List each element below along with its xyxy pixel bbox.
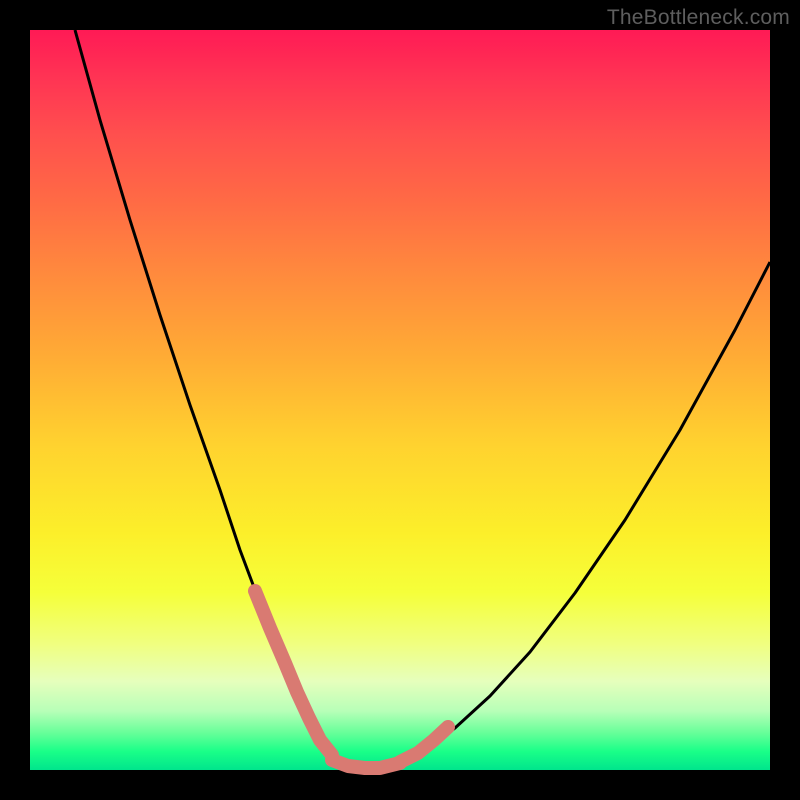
chart-frame: TheBottleneck.com [0, 0, 800, 800]
series-highlight-left [255, 591, 332, 755]
series-bottleneck-curve [75, 30, 770, 768]
watermark-text: TheBottleneck.com [607, 6, 790, 30]
series-highlight-bottom [332, 760, 400, 768]
plot-area [30, 30, 770, 770]
curve-layer [30, 30, 770, 770]
series-highlight-right [400, 727, 448, 762]
